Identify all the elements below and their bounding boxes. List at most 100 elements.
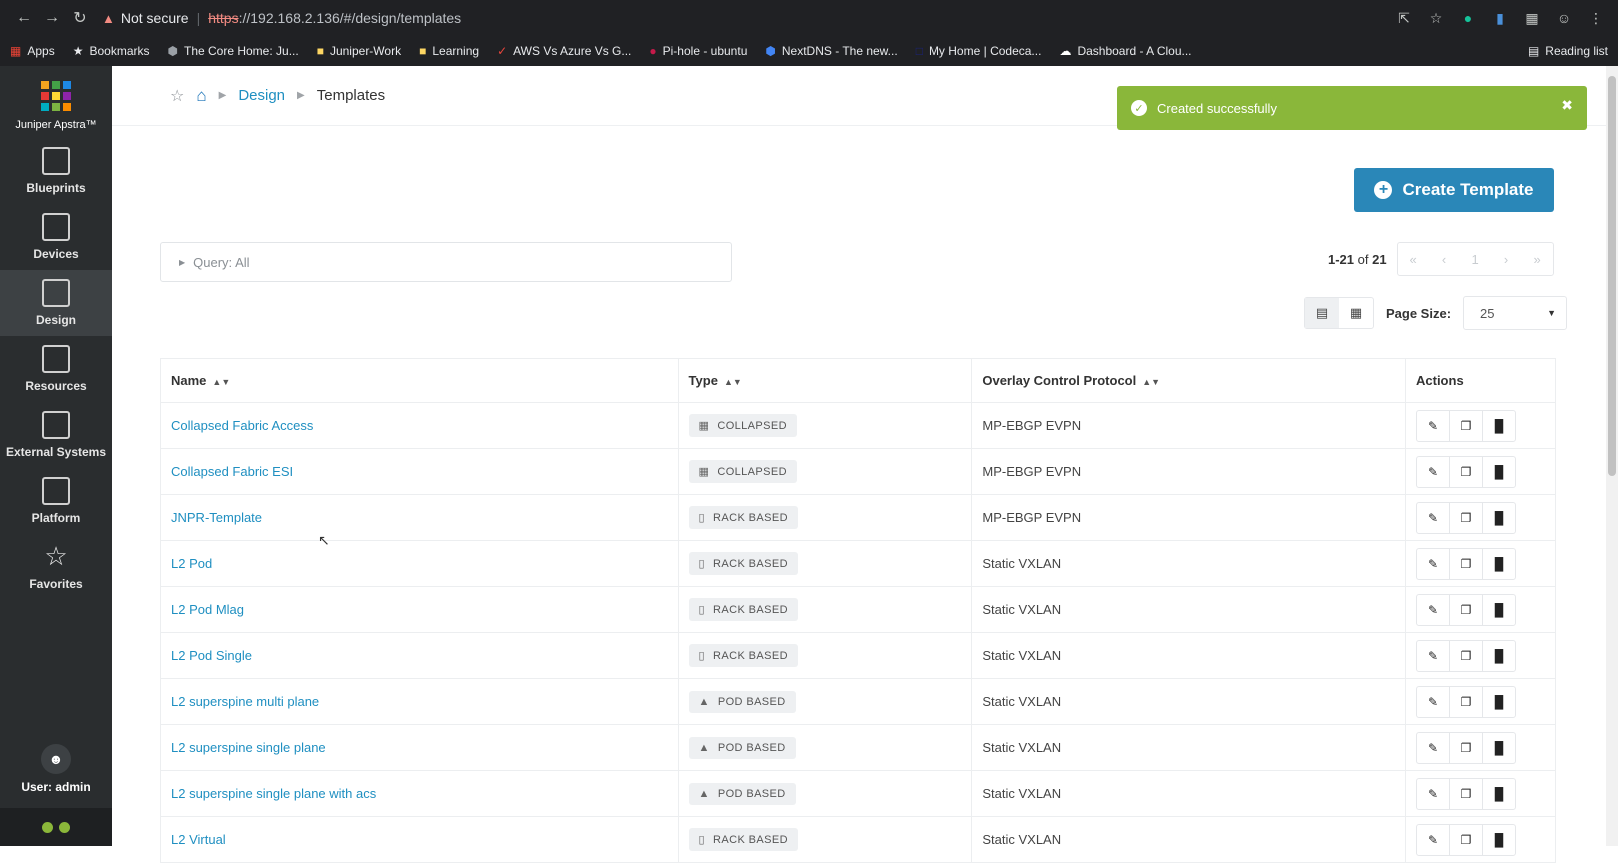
share-icon[interactable]: ⇱ <box>1392 6 1416 30</box>
actions-cell: ✎ ❐ █ <box>1405 540 1556 587</box>
trash-icon[interactable]: █ <box>1482 501 1516 534</box>
bookmark-star-icon[interactable]: ☆ <box>1424 6 1448 30</box>
edit-icon[interactable]: ✎ <box>1416 501 1450 534</box>
bookmark-my-home[interactable]: □ My Home | Codeca... <box>916 44 1042 58</box>
query-filter[interactable]: ▶ Query: All <box>160 242 732 282</box>
clone-icon[interactable]: ❐ <box>1449 777 1483 810</box>
clone-icon[interactable]: ❐ <box>1449 409 1483 442</box>
template-name-link[interactable]: L2 Pod Single <box>160 632 679 679</box>
sort-icon[interactable]: ▲▼ <box>212 377 230 387</box>
template-name-link[interactable]: L2 superspine single plane with acs <box>160 770 679 817</box>
template-name-link[interactable]: JNPR-Template <box>160 494 679 541</box>
reading-list[interactable]: ▤ Reading list <box>1528 44 1608 58</box>
edit-icon[interactable]: ✎ <box>1416 777 1450 810</box>
bookmark-bookmarks[interactable]: ★ Bookmarks <box>73 44 150 58</box>
edit-icon[interactable]: ✎ <box>1416 547 1450 580</box>
breadcrumb-design[interactable]: Design <box>238 87 285 104</box>
clone-icon[interactable]: ❐ <box>1449 685 1483 718</box>
clone-icon[interactable]: ❐ <box>1449 593 1483 626</box>
address-bar[interactable]: ▲ Not secure | https ://192.168.2.136/#/… <box>102 4 1392 32</box>
brand[interactable]: Juniper Apstra™ <box>0 66 112 138</box>
star-icon: ★ <box>72 44 84 58</box>
trash-icon[interactable]: █ <box>1482 547 1516 580</box>
edit-icon[interactable]: ✎ <box>1416 593 1450 626</box>
sidebar-item-blueprints[interactable]: Blueprints <box>0 138 112 204</box>
table-view-icon[interactable]: ▤ <box>1305 298 1339 328</box>
bookmark-nextdns[interactable]: ⬢ NextDNS - The new... <box>765 44 897 58</box>
pod-icon: ▲ <box>698 741 710 754</box>
trash-icon[interactable]: █ <box>1482 823 1516 856</box>
bookmark-juniper-work[interactable]: ■ Juniper-Work <box>317 44 401 58</box>
user-menu[interactable]: ☻ User: admin <box>0 736 112 802</box>
sidebar-item-devices[interactable]: Devices <box>0 204 112 270</box>
page-scrollbar[interactable] <box>1606 66 1618 846</box>
trash-icon[interactable]: █ <box>1482 409 1516 442</box>
extension-icon[interactable]: ▮ <box>1488 6 1512 30</box>
view-tools: ▤ ▦ Page Size: 25 ▼ <box>1304 296 1568 330</box>
sort-icon[interactable]: ▲▼ <box>724 377 742 387</box>
sidebar-item-design[interactable]: Design <box>0 270 112 336</box>
trash-icon[interactable]: █ <box>1482 455 1516 488</box>
forward-icon[interactable]: → <box>38 4 66 32</box>
clone-icon[interactable]: ❐ <box>1449 501 1483 534</box>
edit-icon[interactable]: ✎ <box>1416 731 1450 764</box>
bookmark-core-home[interactable]: ⬢ The Core Home: Ju... <box>168 44 299 58</box>
star-icon: ☆ <box>44 541 68 571</box>
column-name[interactable]: Name ▲▼ <box>160 358 679 403</box>
trash-icon[interactable]: █ <box>1482 639 1516 672</box>
menu-kebab-icon[interactable]: ⋮ <box>1584 6 1608 30</box>
template-name-link[interactable]: Collapsed Fabric ESI <box>160 448 679 495</box>
back-icon[interactable]: ← <box>10 4 38 32</box>
column-type[interactable]: Type ▲▼ <box>677 358 973 403</box>
home-icon[interactable]: ⌂ <box>196 86 206 106</box>
profile-avatar-icon[interactable]: ☺ <box>1552 6 1576 30</box>
template-name-link[interactable]: L2 Pod <box>160 540 679 587</box>
sort-icon[interactable]: ▲▼ <box>1142 377 1160 387</box>
trash-icon[interactable]: █ <box>1482 593 1516 626</box>
edit-icon[interactable]: ✎ <box>1416 455 1450 488</box>
edit-icon[interactable]: ✎ <box>1416 685 1450 718</box>
trash-icon[interactable]: █ <box>1482 731 1516 764</box>
trash-icon[interactable]: █ <box>1482 685 1516 718</box>
scrollbar-thumb[interactable] <box>1608 76 1616 476</box>
sidebar-item-resources[interactable]: Resources <box>0 336 112 402</box>
bookmark-apps[interactable]: ▦ Apps <box>10 44 55 58</box>
template-name-link[interactable]: L2 Virtual <box>160 816 679 863</box>
bookmark-dashboard[interactable]: ☁ Dashboard - A Clou... <box>1059 44 1191 58</box>
close-icon[interactable]: ✖ <box>1561 97 1573 114</box>
bookmark-aws[interactable]: ✓ AWS Vs Azure Vs G... <box>497 44 631 58</box>
clone-icon[interactable]: ❐ <box>1449 455 1483 488</box>
bookmark-learning[interactable]: ■ Learning <box>419 44 479 58</box>
favorite-star-icon[interactable]: ☆ <box>170 86 184 106</box>
edit-icon[interactable]: ✎ <box>1416 409 1450 442</box>
create-template-button[interactable]: + Create Template <box>1354 168 1554 212</box>
page-size-select[interactable]: 25 ▼ <box>1463 296 1568 330</box>
reload-icon[interactable]: ↻ <box>66 4 94 32</box>
clone-icon[interactable]: ❐ <box>1449 731 1483 764</box>
grammarly-icon[interactable]: ● <box>1456 6 1480 30</box>
clone-icon[interactable]: ❐ <box>1449 639 1483 672</box>
bookmark-pihole[interactable]: ● Pi-hole - ubuntu <box>649 44 747 58</box>
last-page-icon[interactable]: » <box>1522 243 1553 275</box>
template-name-link[interactable]: L2 superspine single plane <box>160 724 679 771</box>
sidebar-item-favorites[interactable]: ☆ Favorites <box>0 534 112 600</box>
current-page[interactable]: 1 <box>1460 243 1491 275</box>
first-page-icon[interactable]: « <box>1398 243 1429 275</box>
prev-page-icon[interactable]: ‹ <box>1429 243 1460 275</box>
success-toast: ✓ Created successfully ✖ <box>1117 86 1587 130</box>
edit-icon[interactable]: ✎ <box>1416 823 1450 856</box>
column-overlay[interactable]: Overlay Control Protocol ▲▼ <box>971 358 1406 403</box>
grid-view-icon[interactable]: ▦ <box>1339 298 1373 328</box>
clone-icon[interactable]: ❐ <box>1449 823 1483 856</box>
type-badge: ▯ RACK BASED <box>688 506 798 529</box>
puzzle-icon[interactable]: ▦ <box>1520 6 1544 30</box>
template-name-link[interactable]: L2 superspine multi plane <box>160 678 679 725</box>
template-name-link[interactable]: Collapsed Fabric Access <box>160 402 679 449</box>
sidebar-item-external-systems[interactable]: External Systems <box>0 402 112 468</box>
next-page-icon[interactable]: › <box>1491 243 1522 275</box>
edit-icon[interactable]: ✎ <box>1416 639 1450 672</box>
template-name-link[interactable]: L2 Pod Mlag <box>160 586 679 633</box>
trash-icon[interactable]: █ <box>1482 777 1516 810</box>
sidebar-item-platform[interactable]: Platform <box>0 468 112 534</box>
clone-icon[interactable]: ❐ <box>1449 547 1483 580</box>
